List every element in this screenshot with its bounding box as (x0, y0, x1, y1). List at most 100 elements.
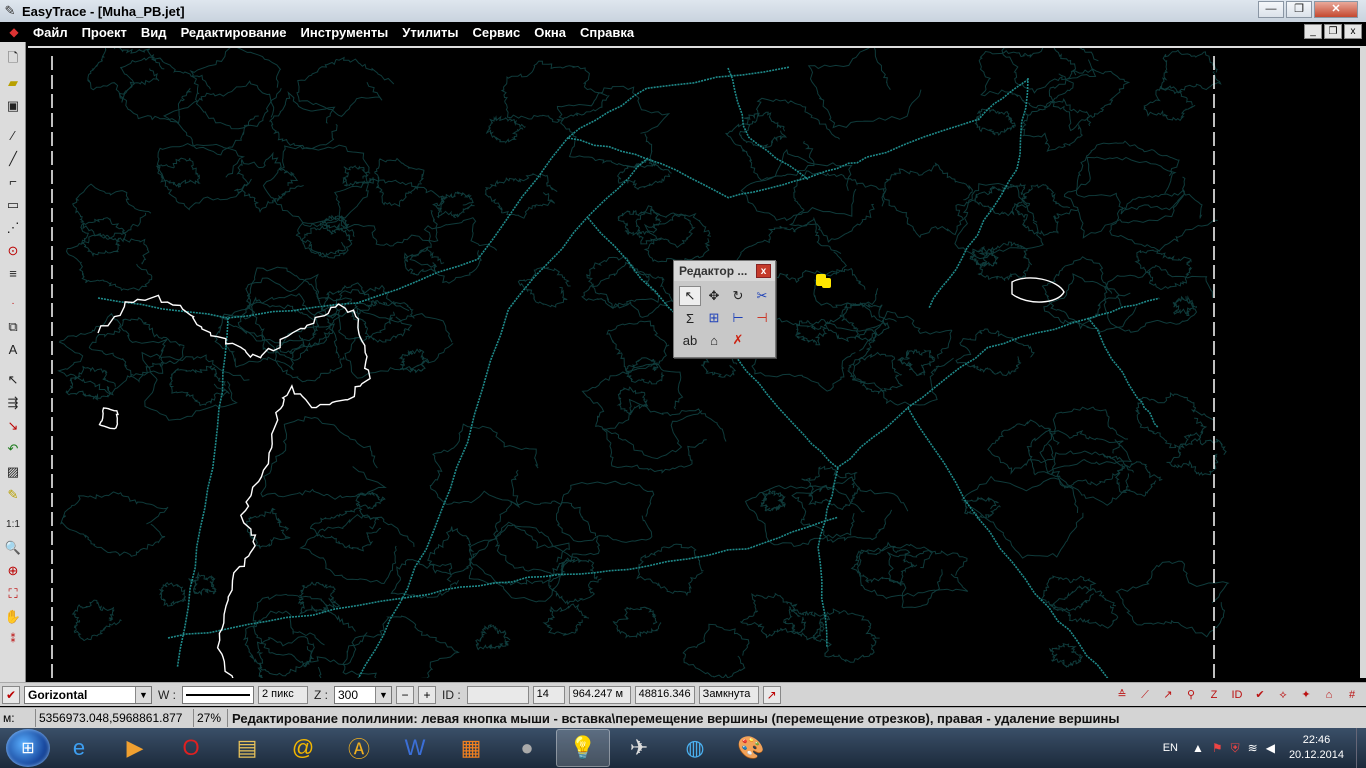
editor-split-icon[interactable]: ⊢ (727, 308, 749, 328)
menu-service[interactable]: Сервис (465, 25, 527, 40)
measure-icon[interactable]: ⟋ (1135, 686, 1155, 704)
maximize-button[interactable]: ❐ (1286, 1, 1312, 18)
menu-tools[interactable]: Инструменты (294, 25, 396, 40)
menu-view[interactable]: Вид (134, 25, 174, 40)
text-icon[interactable]: A (2, 339, 24, 360)
eraser-icon[interactable]: ▨ (2, 461, 24, 482)
step-line-icon[interactable]: ⌐ (2, 171, 24, 192)
line-style-preview[interactable] (182, 685, 254, 704)
marker-tool-icon[interactable]: ⚲ (1181, 686, 1201, 704)
undo-icon[interactable]: ↶ (2, 438, 24, 459)
pdf-icon[interactable]: ▦ (444, 729, 498, 767)
polyline-tool-icon[interactable]: ∕ (2, 125, 24, 146)
scale-icon[interactable]: ⁑ (2, 629, 24, 650)
mdi-restore-button[interactable]: ❐ (1324, 24, 1342, 39)
show-desktop-button[interactable] (1356, 728, 1366, 768)
close-polyline-icon[interactable]: ↗ (762, 685, 781, 704)
start-button[interactable]: ⊞ (6, 729, 50, 767)
home-tool-icon[interactable]: ⌂ (1319, 686, 1339, 704)
volume-icon[interactable]: ◀ (1266, 741, 1275, 755)
id-tool-icon[interactable]: ID (1227, 686, 1247, 704)
zoom-extents-icon[interactable]: ⛶ (2, 583, 24, 604)
hatch-icon[interactable]: ≡ (2, 263, 24, 284)
mdi-minimize-button[interactable]: _ (1304, 24, 1322, 39)
multi-select-icon[interactable]: ⇶ (2, 392, 24, 413)
word-icon[interactable]: W (388, 729, 442, 767)
grid-tool-icon[interactable]: # (1342, 686, 1362, 704)
app-circle-icon[interactable]: ● (500, 729, 554, 767)
new-icon[interactable]: 🗋 (2, 49, 24, 70)
snap-tool-icon[interactable]: ✦ (1296, 686, 1316, 704)
layer-checkbox[interactable]: ✔ (2, 685, 20, 704)
menu-project[interactable]: Проект (75, 25, 134, 40)
select-arrow-icon[interactable]: ↖ (2, 369, 24, 390)
mail-agent-icon[interactable]: @ (276, 729, 330, 767)
clock[interactable]: 22:46 20.12.2014 (1289, 733, 1344, 763)
media-player-icon[interactable]: ▶ (108, 729, 162, 767)
editor-delete-icon[interactable]: ✗ (727, 330, 749, 350)
explorer-folder-icon[interactable]: ▤ (220, 729, 274, 767)
dotted-line-icon[interactable]: ⋰ (2, 217, 24, 238)
vertex-tool-icon[interactable]: ⟡ (1273, 686, 1293, 704)
rectangle-icon[interactable]: ▭ (2, 194, 24, 215)
action-center-icon[interactable]: ⚑ (1212, 741, 1223, 755)
editor-rotate-icon[interactable]: ↻ (727, 286, 749, 306)
paper-plane-icon[interactable]: ✈ (612, 729, 666, 767)
line-tool-icon[interactable]: ╱ (2, 148, 24, 169)
width-value[interactable]: 2 пикс (258, 685, 308, 704)
point-icon[interactable]: ⊙ (2, 240, 24, 261)
editor-merge-icon[interactable]: ⊞ (703, 308, 725, 328)
editor-move-icon[interactable]: ✥ (703, 286, 725, 306)
editor-join-icon[interactable]: ⊣ (751, 308, 773, 328)
select-point-icon[interactable]: ↘ (2, 415, 24, 436)
editor-attributes-icon[interactable]: ab (679, 330, 701, 350)
menu-utilities[interactable]: Утилиты (395, 25, 465, 40)
minimize-button[interactable]: — (1258, 1, 1284, 18)
vertical-scrollbar[interactable] (1360, 46, 1366, 678)
editor-sum-icon[interactable]: Σ (679, 308, 701, 328)
z-select[interactable]: 300 ▼ (334, 685, 392, 704)
editor-select-icon[interactable]: ↖ (679, 286, 701, 306)
zoom-1-1-icon[interactable]: 1:1 (2, 514, 24, 535)
z-tool-icon[interactable]: Z (1204, 686, 1224, 704)
autocad-icon[interactable]: Ⓐ (332, 729, 386, 767)
z-minus-button[interactable]: − (396, 685, 414, 704)
chevron-down-icon[interactable]: ▼ (375, 686, 391, 703)
paint-icon[interactable]: 🎨 (724, 729, 778, 767)
opera-icon[interactable]: O (164, 729, 218, 767)
zoom-icon[interactable]: 🔍 (2, 537, 24, 558)
menu-help[interactable]: Справка (573, 25, 641, 40)
ruler-icon[interactable]: ≙ (1112, 686, 1132, 704)
editor-close-button[interactable]: x (756, 264, 771, 278)
open-folder-icon[interactable]: ▰ (2, 72, 24, 93)
id-field[interactable] (466, 685, 529, 704)
chevron-down-icon[interactable]: ▼ (135, 686, 151, 703)
menu-edit[interactable]: Редактирование (174, 25, 294, 40)
save-icon[interactable]: ▣ (2, 95, 24, 116)
tray-expand-icon[interactable]: ▲ (1192, 741, 1204, 755)
editor-tag-icon[interactable]: ⌂ (703, 330, 725, 350)
dot-icon[interactable]: · (2, 293, 24, 314)
network-icon[interactable]: ≋ (1248, 741, 1258, 755)
zoom-window-icon[interactable]: ⊕ (2, 560, 24, 581)
language-indicator[interactable]: EN (1163, 742, 1178, 754)
map-canvas[interactable] (28, 46, 1360, 678)
pencil-icon[interactable]: ✎ (2, 484, 24, 505)
menu-windows[interactable]: Окна (527, 25, 573, 40)
easytrace-icon[interactable]: 💡 (556, 729, 610, 767)
editor-cut-icon[interactable]: ✂ (751, 286, 773, 306)
editor-dialog-header[interactable]: Редактор ... x (674, 261, 775, 281)
document-icon[interactable]: ◆ (6, 24, 22, 40)
layer-select[interactable]: Gorizontal ▼ (24, 685, 152, 704)
pan-hand-icon[interactable]: ✋ (2, 606, 24, 627)
object-icon[interactable]: ⧉ (2, 316, 24, 337)
check-tool-icon[interactable]: ✔ (1250, 686, 1270, 704)
globe-icon[interactable]: ◍ (668, 729, 722, 767)
arrow-tool-icon[interactable]: ↗ (1158, 686, 1178, 704)
menu-file[interactable]: Файл (26, 25, 75, 40)
mdi-close-button[interactable]: x (1344, 24, 1362, 39)
security-icon[interactable]: ⛨ (1231, 741, 1240, 756)
z-plus-button[interactable]: + (418, 685, 436, 704)
ie-icon[interactable]: e (52, 729, 106, 767)
close-button[interactable]: ✕ (1314, 1, 1358, 18)
